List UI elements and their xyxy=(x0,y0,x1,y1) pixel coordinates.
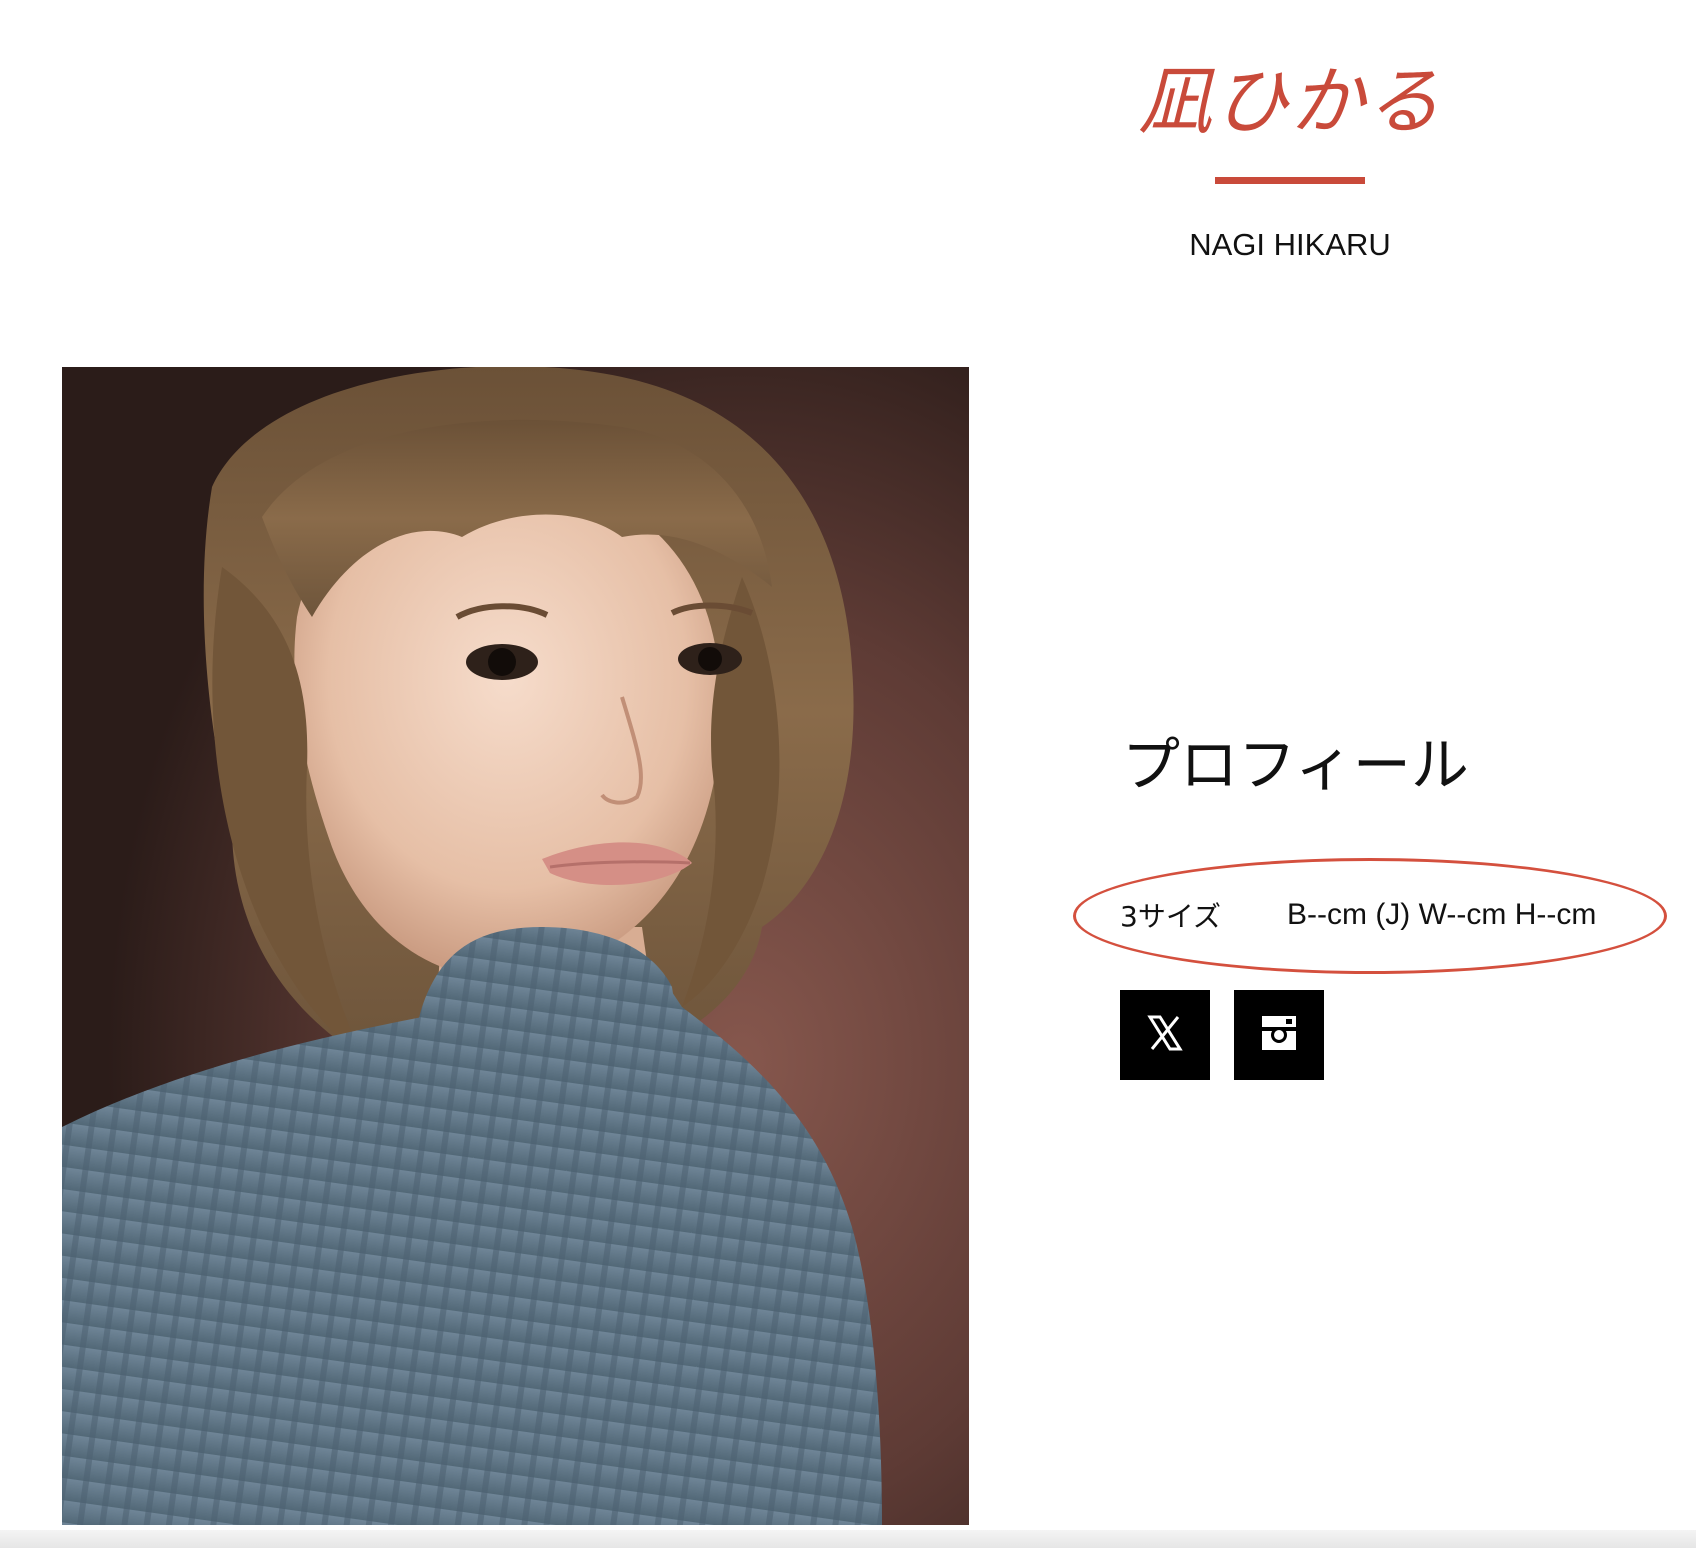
three-sizes-row: 3サイズ B--cm (J) W--cm H--cm xyxy=(1120,893,1596,937)
x-icon xyxy=(1145,1013,1185,1058)
three-sizes-value: B--cm (J) W--cm H--cm xyxy=(1287,898,1597,931)
portrait-photo xyxy=(62,367,969,1525)
instagram-icon xyxy=(1259,1013,1299,1058)
name-jp-title: 凪ひかる xyxy=(1138,59,1442,145)
name-en-subtitle: NAGI HIKARU xyxy=(1189,227,1391,262)
title-underline xyxy=(1215,177,1365,184)
three-sizes-label: 3サイズ xyxy=(1120,900,1221,933)
x-social-button[interactable] xyxy=(1120,990,1210,1080)
instagram-social-button[interactable] xyxy=(1234,990,1324,1080)
profile-heading: プロフィール xyxy=(1122,731,1469,799)
bottom-scroll-edge xyxy=(0,1530,1696,1548)
